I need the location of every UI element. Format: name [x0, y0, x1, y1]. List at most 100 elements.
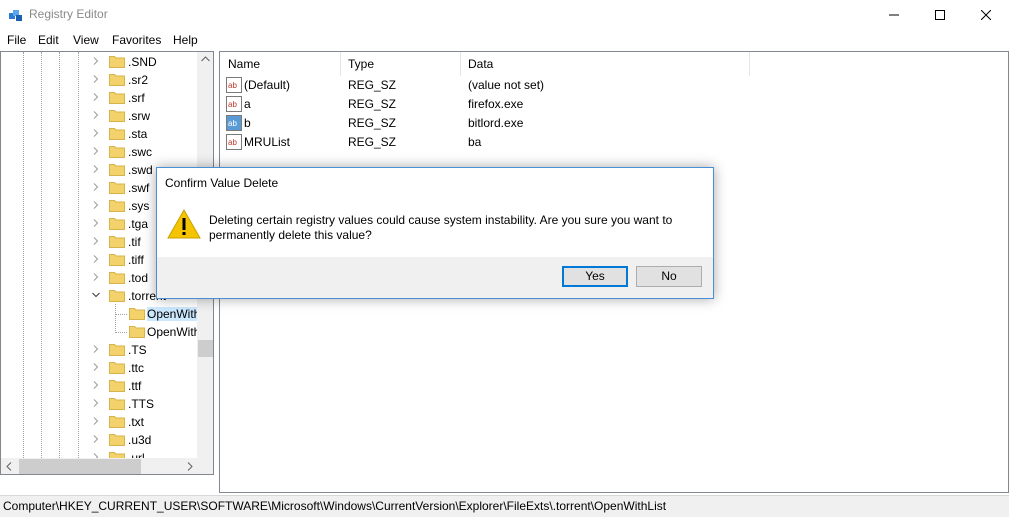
chevron-right-icon[interactable] — [91, 182, 101, 192]
value-row[interactable]: ab a REG_SZ firefox.exe — [220, 95, 920, 114]
tree-item[interactable]: OpenWithList — [1, 305, 213, 323]
tree-item-label: .swc — [128, 145, 152, 159]
chevron-right-icon[interactable] — [91, 128, 101, 138]
value-type: REG_SZ — [348, 116, 397, 130]
menu-favorites[interactable]: Favorites — [112, 33, 161, 47]
menu-help[interactable]: Help — [173, 33, 198, 47]
folder-icon — [109, 362, 125, 374]
column-header-name[interactable]: Name — [220, 52, 340, 76]
tree-item[interactable]: .ttf — [1, 377, 197, 395]
svg-text:ab: ab — [228, 100, 237, 109]
tree-item[interactable]: .TTS — [1, 395, 197, 413]
chevron-right-icon[interactable] — [91, 164, 101, 174]
column-divider[interactable] — [749, 52, 750, 76]
chevron-right-icon[interactable] — [91, 146, 101, 156]
tree-item[interactable]: OpenWithProgids — [1, 323, 213, 341]
chevron-down-icon[interactable] — [91, 290, 101, 300]
folder-icon — [109, 380, 125, 392]
chevron-right-icon[interactable] — [91, 200, 101, 210]
folder-icon — [109, 254, 125, 266]
tree-item-label: .tiff — [128, 253, 144, 267]
folder-icon — [109, 92, 125, 104]
value-row[interactable]: ab b REG_SZ bitlord.exe — [220, 114, 920, 133]
tree-item[interactable]: .sr2 — [1, 71, 197, 89]
column-header-data[interactable]: Data — [460, 52, 749, 76]
folder-icon — [109, 56, 125, 68]
chevron-right-icon[interactable] — [91, 56, 101, 66]
tree-connector — [115, 332, 127, 333]
tree-item[interactable]: .SND — [1, 53, 197, 71]
no-button[interactable]: No — [636, 266, 702, 287]
folder-icon — [109, 236, 125, 248]
window-title: Registry Editor — [29, 7, 108, 21]
svg-text:ab: ab — [228, 138, 237, 147]
minimize-button[interactable] — [871, 0, 917, 30]
folder-icon — [129, 326, 145, 338]
warning-icon — [167, 208, 201, 239]
chevron-right-icon[interactable] — [91, 272, 101, 282]
folder-icon — [109, 128, 125, 140]
tree-item[interactable]: .ttc — [1, 359, 197, 377]
value-row[interactable]: ab MRUList REG_SZ ba — [220, 133, 920, 152]
folder-icon — [109, 182, 125, 194]
folder-icon — [109, 398, 125, 410]
tree-item[interactable]: .sta — [1, 125, 197, 143]
yes-button[interactable]: Yes — [562, 266, 628, 287]
value-name: (Default) — [244, 78, 291, 92]
tree-item[interactable]: .srw — [1, 107, 197, 125]
title-bar: Registry Editor — [0, 0, 1009, 30]
maximize-button[interactable] — [917, 0, 963, 30]
tree-item-label: .swd — [128, 163, 153, 177]
value-name: MRUList — [244, 135, 291, 149]
chevron-right-icon[interactable] — [91, 236, 101, 246]
scroll-up-icon[interactable] — [201, 56, 210, 62]
status-bar: Computer\HKEY_CURRENT_USER\SOFTWARE\Micr… — [0, 495, 1009, 517]
column-type-label: Type — [348, 57, 375, 71]
chevron-right-icon[interactable] — [91, 110, 101, 120]
chevron-right-icon[interactable] — [91, 218, 101, 228]
tree-item-label: .TS — [128, 343, 147, 357]
menu-edit[interactable]: Edit — [38, 33, 59, 47]
value-type: REG_SZ — [348, 97, 397, 111]
string-value-icon: ab — [226, 77, 242, 93]
close-button[interactable] — [963, 0, 1009, 30]
tree-item-label: .tga — [128, 217, 149, 231]
menu-file[interactable]: File — [7, 33, 26, 47]
column-header-type[interactable]: Type — [340, 52, 460, 76]
tree-item-label: .sr2 — [128, 73, 149, 87]
chevron-right-icon[interactable] — [91, 380, 101, 390]
tree-item[interactable]: .txt — [1, 413, 197, 431]
string-value-icon: ab — [226, 115, 242, 131]
folder-icon — [109, 164, 125, 176]
column-data-label: Data — [468, 57, 494, 71]
scroll-left-icon[interactable] — [6, 462, 12, 471]
menu-view[interactable]: View — [73, 33, 99, 47]
tree-hscroll-thumb[interactable] — [19, 459, 141, 474]
chevron-right-icon[interactable] — [91, 254, 101, 264]
tree-item-label: .sta — [128, 127, 148, 141]
tree-item-label: .TTS — [128, 397, 154, 411]
string-value-icon: ab — [226, 134, 242, 150]
chevron-right-icon[interactable] — [91, 434, 101, 444]
chevron-right-icon[interactable] — [91, 398, 101, 408]
chevron-right-icon[interactable] — [91, 92, 101, 102]
tree-horizontal-scrollbar[interactable] — [1, 458, 197, 474]
folder-icon — [109, 110, 125, 122]
tree-item-label: .srf — [128, 91, 145, 105]
chevron-right-icon[interactable] — [91, 416, 101, 426]
tree-item-label: .u3d — [128, 433, 152, 447]
scroll-right-icon[interactable] — [187, 462, 193, 471]
tree-item[interactable]: .srf — [1, 89, 197, 107]
chevron-right-icon[interactable] — [91, 362, 101, 372]
tree-item[interactable]: .TS — [1, 341, 197, 359]
tree-item[interactable]: .swc — [1, 143, 197, 161]
tree-item-label: .tod — [128, 271, 149, 285]
tree-scroll-thumb[interactable] — [198, 340, 213, 357]
folder-icon — [109, 290, 125, 302]
value-row[interactable]: ab (Default) REG_SZ (value not set) — [220, 76, 920, 95]
chevron-right-icon[interactable] — [91, 344, 101, 354]
tree-item[interactable]: .u3d — [1, 431, 197, 449]
folder-icon — [109, 218, 125, 230]
chevron-right-icon[interactable] — [91, 74, 101, 84]
confirm-delete-dialog: Confirm Value Delete Deleting certain re… — [156, 167, 714, 299]
